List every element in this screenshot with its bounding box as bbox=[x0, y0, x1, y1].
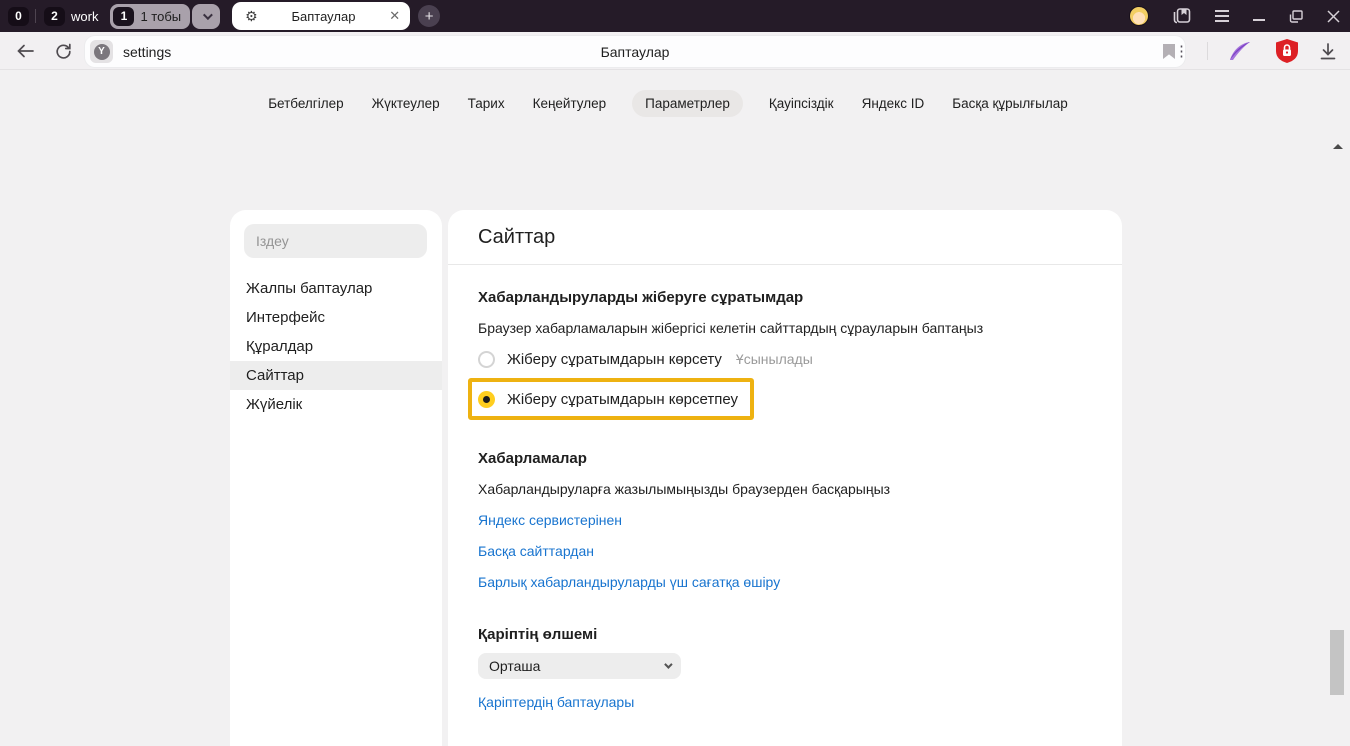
link-font-settings[interactable]: Қаріптердің баптаулары bbox=[478, 694, 634, 710]
settings-main-panel: Сайттар Хабарландыруларды жіберуге сұрат… bbox=[448, 210, 1122, 746]
link-mute-all-notifications[interactable]: Барлық хабарландыруларды үш сағатқа өшір… bbox=[478, 574, 780, 590]
browser-tab-bar: 0 2 work 1 1 тобы ⚙ Баптаулар ✕ + bbox=[0, 0, 1350, 32]
new-tab-button[interactable]: + bbox=[418, 5, 440, 27]
search-input[interactable] bbox=[244, 224, 427, 258]
link-yandex-services[interactable]: Яндекс сервистерінен bbox=[478, 512, 622, 528]
highlight-annotation-box: Жіберу сұратымдарын көрсетпеу bbox=[468, 378, 754, 420]
yandex-feather-extension-icon[interactable] bbox=[1218, 40, 1262, 62]
sidebar-item-tools[interactable]: Құралдар bbox=[230, 332, 442, 361]
radio-option-hide-requests[interactable]: Жіберу сұратымдарын көрсетпеу bbox=[478, 384, 738, 414]
sidebar-item-interface[interactable]: Интерфейс bbox=[230, 303, 442, 332]
page-title: Сайттар bbox=[448, 210, 1122, 265]
address-bar-actions: ⋮ bbox=[1166, 32, 1350, 70]
settings-page: Бетбелгілер Жүктеулер Тарих Кеңейтулер П… bbox=[0, 70, 1350, 746]
settings-gear-icon: ⚙ bbox=[245, 9, 258, 23]
tab-group-active-label: 1 тобы bbox=[140, 9, 181, 24]
active-tab-title: Баптаулар bbox=[258, 9, 390, 24]
tab-group-work-badge[interactable]: 2 bbox=[44, 7, 65, 26]
sidebar-item-sites[interactable]: Сайттар bbox=[230, 361, 442, 390]
url-text[interactable]: settings bbox=[123, 44, 171, 60]
tab-close-icon[interactable]: ✕ bbox=[389, 8, 400, 24]
page-scrollbar[interactable] bbox=[1329, 140, 1346, 746]
tab-extensions[interactable]: Кеңейтулер bbox=[531, 90, 609, 117]
sidebar-item-system[interactable]: Жүйелік bbox=[230, 390, 442, 419]
sidebar-list: Жалпы баптаулар Интерфейс Құралдар Сайтт… bbox=[230, 274, 442, 419]
tab-panels-icon[interactable] bbox=[1173, 8, 1191, 24]
tab-group-active[interactable]: 1 1 тобы bbox=[110, 4, 190, 29]
profile-avatar[interactable] bbox=[1129, 6, 1149, 26]
settings-sidebar: Жалпы баптаулар Интерфейс Құралдар Сайтт… bbox=[230, 210, 442, 746]
chevron-down-icon bbox=[664, 660, 672, 668]
settings-nav-tabs: Бетбелгілер Жүктеулер Тарих Кеңейтулер П… bbox=[0, 90, 1336, 117]
font-size-heading: Қаріптің өлшемі bbox=[478, 626, 1092, 643]
tab-group-chevron-button[interactable] bbox=[192, 4, 220, 29]
close-window-button[interactable] bbox=[1327, 10, 1340, 23]
sidebar-item-general[interactable]: Жалпы баптаулар bbox=[230, 274, 442, 303]
minimize-button[interactable] bbox=[1253, 11, 1265, 21]
chevron-down-icon bbox=[203, 10, 213, 20]
tab-group-work-label[interactable]: work bbox=[71, 9, 98, 24]
scrollbar-thumb[interactable] bbox=[1330, 630, 1344, 695]
address-bar: Y settings Баптаулар ⋮ bbox=[0, 32, 1350, 70]
notifications-description: Хабарландыруларға жазылымыңызды браузерд… bbox=[478, 481, 1092, 497]
refresh-button[interactable] bbox=[48, 32, 78, 70]
radio-selected-icon[interactable] bbox=[478, 391, 495, 408]
tab-yandex-id[interactable]: Яндекс ID bbox=[860, 90, 927, 117]
notification-requests-heading: Хабарландыруларды жіберуге сұратымдар bbox=[478, 289, 1092, 306]
radio-option-show-requests[interactable]: Жіберу сұратымдарын көрсету Ұсынылады bbox=[478, 344, 1092, 374]
window-controls-area bbox=[1129, 6, 1340, 26]
site-icon-badge[interactable]: Y bbox=[90, 40, 113, 63]
adblock-shield-icon[interactable] bbox=[1262, 39, 1312, 63]
toolbar-divider bbox=[1207, 42, 1208, 60]
restore-button[interactable] bbox=[1289, 10, 1303, 23]
more-options-icon[interactable]: ⋮ bbox=[1166, 44, 1197, 59]
yandex-browser-icon: Y bbox=[94, 44, 110, 60]
tab-settings[interactable]: Параметрлер bbox=[632, 90, 743, 117]
notifications-heading: Хабарламалар bbox=[478, 450, 1092, 467]
tab-other-devices[interactable]: Басқа құрылғылар bbox=[950, 90, 1070, 117]
tab-history[interactable]: Тарих bbox=[466, 90, 507, 117]
tab-group-divider bbox=[35, 9, 36, 23]
menu-hamburger-icon[interactable] bbox=[1215, 10, 1229, 22]
downloads-icon[interactable] bbox=[1312, 43, 1350, 60]
notification-requests-description: Браузер хабарламаларын жібергісі келетін… bbox=[478, 320, 1092, 336]
back-button[interactable] bbox=[10, 32, 40, 70]
tab-group-zero-badge[interactable]: 0 bbox=[8, 7, 29, 26]
tab-bookmarks[interactable]: Бетбелгілер bbox=[266, 90, 345, 117]
address-bar-page-title: Баптаулар bbox=[85, 44, 1185, 60]
radio-unselected-icon[interactable] bbox=[478, 351, 495, 368]
recommended-hint: Ұсынылады bbox=[736, 351, 813, 367]
link-other-sites[interactable]: Басқа сайттардан bbox=[478, 543, 594, 559]
scrollbar-up-arrow[interactable] bbox=[1333, 144, 1343, 149]
active-tab[interactable]: ⚙ Баптаулар ✕ bbox=[232, 2, 410, 30]
tab-group-active-badge: 1 bbox=[113, 7, 134, 26]
tab-security[interactable]: Қауіпсіздік bbox=[767, 90, 836, 117]
font-size-select[interactable]: Орташа bbox=[478, 653, 681, 679]
url-field[interactable]: Y settings Баптаулар bbox=[85, 36, 1185, 67]
tab-downloads[interactable]: Жүктеулер bbox=[370, 90, 442, 117]
